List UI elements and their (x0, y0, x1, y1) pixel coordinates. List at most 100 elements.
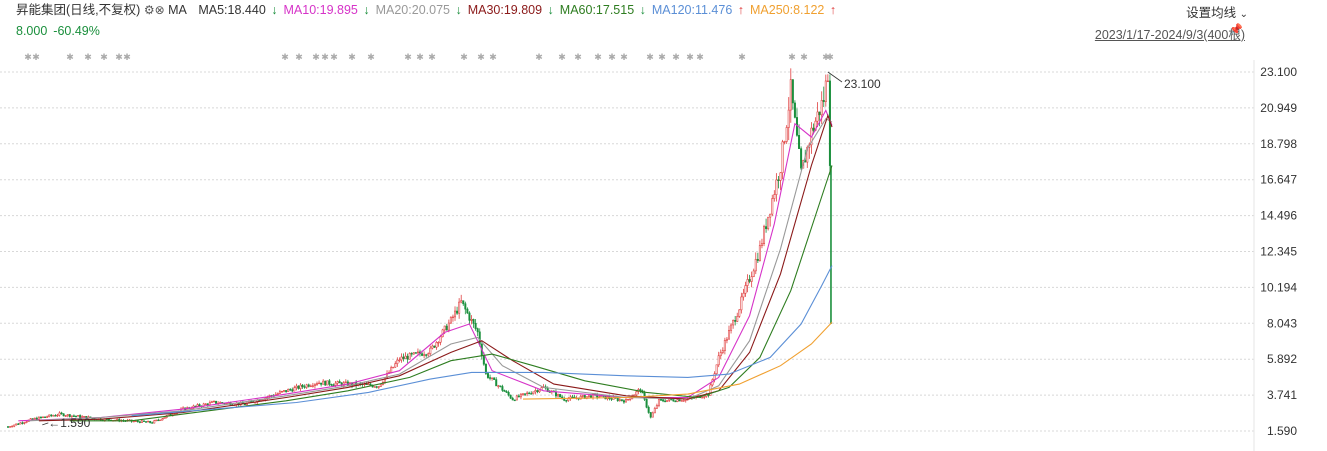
candle-body (524, 393, 527, 395)
candle-body (107, 418, 110, 421)
event-marker-icon: ✱ (800, 52, 808, 62)
candle-body (406, 355, 409, 360)
candle-body (521, 393, 524, 395)
candle-body (163, 417, 166, 419)
event-marker-icon: ✱ (489, 52, 497, 62)
y-tick-label: 3.741 (1267, 388, 1297, 402)
candle-body (435, 342, 438, 348)
candle-body (324, 380, 327, 386)
close-icon[interactable]: ⊗ (155, 3, 165, 17)
candle-body (213, 400, 216, 403)
candle-body (425, 354, 428, 356)
candle-body (627, 398, 630, 401)
candle-body (365, 383, 368, 386)
candle-body (754, 258, 757, 272)
kline-chart[interactable]: ✱ ✱ ✱ ✱ ✱ ✱ ✱ ✱ ✱ ✱ ✱ ✱ ✱ ✱ ✱ ✱ ✱ ✱ ✱ ✱ ✱ ✱ ✱ ✱ ✱ ✱ ✱ ✱ ✱ ✱ ✱ ✱ ✱ ✱ ✱✱ 23.… (0, 0, 1327, 451)
event-markers: ✱ ✱ ✱ ✱ ✱ ✱ ✱ ✱ ✱ ✱ ✱ ✱ ✱ ✱ ✱ ✱ ✱ ✱ ✱ ✱ ✱ ✱ ✱ ✱ ✱ ✱ ✱ ✱ ✱ ✱ ✱ ✱ ✱ ✱ ✱✱ (24, 52, 834, 62)
candle-body (489, 377, 492, 379)
candle-body (136, 420, 139, 422)
ma-legend-item: MA120:11.476 (651, 3, 733, 17)
candle-body (727, 329, 730, 340)
grid-lines (0, 71, 1254, 432)
candle-body (7, 426, 10, 428)
candle-body (315, 383, 318, 385)
event-marker-icon: ✱ (535, 52, 543, 62)
event-marker-icon: ✱ (738, 52, 746, 62)
candle-body (322, 380, 325, 385)
candle-body (307, 384, 310, 387)
date-range[interactable]: 2023/1/17-2024/9/3(400根) (1095, 24, 1245, 43)
candle-body (377, 386, 380, 388)
candle-body (421, 353, 424, 356)
candle-body (19, 422, 22, 425)
candle-body (538, 389, 541, 393)
candle-body (486, 373, 489, 378)
candle-body (443, 325, 446, 331)
candle-body (23, 422, 26, 424)
candle-body (812, 127, 815, 131)
event-marker-icon: ✱ (646, 52, 654, 62)
candle-body (17, 423, 20, 425)
candle-body (559, 394, 562, 398)
annotations: 23.100 ←1.590 (42, 71, 881, 430)
ma-arrow: ↓ (267, 3, 278, 17)
candle-body (678, 399, 681, 402)
candle-body (474, 323, 477, 329)
candle-body (482, 355, 485, 365)
candle-body (336, 381, 339, 384)
candle-body (587, 395, 590, 397)
candle-body (429, 347, 432, 355)
candle-body (33, 417, 36, 420)
candle-body (379, 384, 382, 387)
y-tick-label: 18.798 (1260, 137, 1297, 151)
candle-body (58, 412, 61, 416)
candle-body (149, 420, 152, 423)
candle-body (775, 179, 778, 195)
candle-body (196, 404, 199, 407)
event-marker-icon: ✱ (574, 52, 582, 62)
candle-body (159, 419, 162, 421)
candle-body (478, 331, 481, 345)
y-tick-label: 16.647 (1260, 173, 1297, 187)
y-tick-label: 20.949 (1260, 101, 1297, 115)
candle-body (789, 79, 792, 111)
candle-body (416, 351, 419, 354)
y-tick-label: 8.043 (1267, 316, 1297, 330)
candle-body (765, 226, 768, 230)
candle-body (664, 400, 667, 403)
event-marker-icon: ✱ (428, 52, 436, 62)
event-marker-icon: ✱ (696, 52, 704, 62)
candle-body (651, 412, 654, 418)
event-marker-icon: ✱ (321, 52, 329, 62)
candle-body (756, 258, 759, 261)
change-percent: -60.49% (53, 24, 100, 38)
candle-body (35, 417, 38, 420)
candle-body (404, 355, 407, 359)
candle-body (313, 383, 316, 387)
candle-body (142, 420, 145, 422)
candle-body (738, 309, 741, 317)
event-marker-icon: ✱ (477, 52, 485, 62)
stock-name: 昇能集团 (16, 3, 67, 17)
y-tick-label: 5.892 (1267, 352, 1297, 366)
candle-body (721, 350, 724, 353)
candle-body (13, 424, 16, 427)
settings-ma-button[interactable]: 设置均线 ⌄ (1186, 2, 1248, 21)
candle-body (204, 403, 207, 405)
candle-body (581, 395, 584, 397)
pin-icon[interactable]: 📌 (1229, 23, 1243, 36)
candle-body (767, 216, 770, 230)
candle-body (715, 364, 718, 374)
candle-body (758, 245, 761, 261)
candle-body (462, 300, 465, 305)
candle-body (674, 400, 677, 403)
candle-body (454, 310, 457, 318)
candle-body (800, 148, 803, 169)
candle-body (410, 353, 413, 355)
gear-icon[interactable]: ⚙ (144, 3, 155, 17)
candle-body (215, 400, 218, 404)
candle-body (394, 363, 397, 368)
event-marker-icon: ✱ (32, 52, 40, 62)
candle-body (530, 393, 533, 395)
candle-body (332, 384, 335, 387)
